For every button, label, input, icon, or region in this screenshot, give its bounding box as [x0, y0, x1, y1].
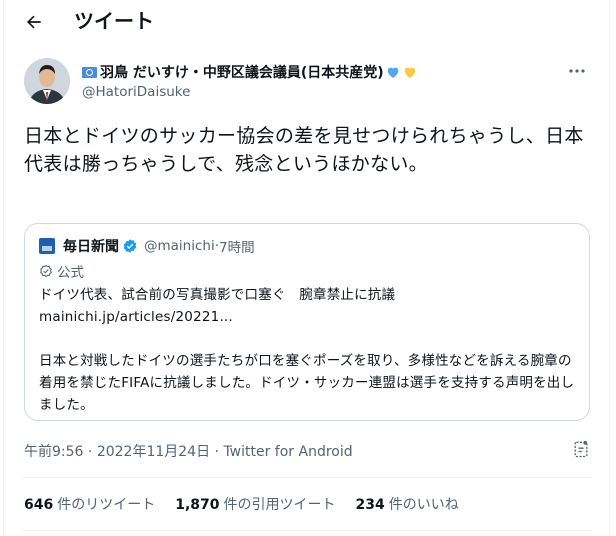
verified-badge-icon [122, 238, 138, 254]
official-check-icon [40, 264, 52, 278]
meta-separator-2: · [214, 444, 219, 460]
tweet-text: 日本とドイツのサッカー協会の差を見せつけられちゃうし、日本代表は勝っちゃうしで、… [24, 125, 584, 175]
back-arrow-icon [27, 15, 41, 29]
more-dots-icon [569, 69, 585, 73]
quotes-label: 件の引用ツイート [223, 497, 336, 513]
likes-count: 234 [355, 497, 385, 513]
page-title: ツイート [74, 9, 154, 33]
divider [22, 477, 592, 478]
quoted-avatar[interactable] [39, 238, 55, 254]
quoted-time[interactable]: 7時間 [219, 236, 255, 256]
share-button[interactable] [571, 439, 591, 459]
share-icon [574, 440, 588, 458]
tweet-date[interactable]: 2022年11月24日 [97, 444, 210, 460]
author-display-name[interactable]: 羽鳥 だいすけ・中野区議会議員(日本共産党) [100, 62, 384, 82]
quoted-author-name[interactable]: 毎日新聞 [63, 236, 119, 256]
un-flag-icon [82, 66, 97, 78]
author-name-row[interactable]: 羽鳥 だいすけ・中野区議会議員(日本共産党) [82, 62, 418, 82]
retweets-label: 件のリツイート [57, 497, 156, 513]
more-options-button[interactable] [566, 64, 588, 78]
author-handle[interactable]: @HatoriDaisuke [82, 84, 190, 100]
blue-heart-icon [387, 67, 399, 78]
quoted-tweet[interactable]: 毎日新聞 @mainichi · 7時間 公式 ドイツ代表、試合前の写真撮影で口… [24, 223, 590, 421]
avatar[interactable] [24, 58, 70, 104]
official-label: 公式 [39, 262, 84, 281]
engagement-stats: 646 件のリツイート 1,870 件の引用ツイート 234 件のいいね [24, 494, 479, 514]
quoted-tweet-header: 毎日新聞 @mainichi · 7時間 [39, 236, 255, 256]
quotes-stat[interactable]: 1,870 件の引用ツイート [175, 494, 335, 514]
meta-separator: · [87, 444, 93, 460]
tweet-detail-panel: ツイート 羽鳥 だいすけ・中野区議会議員(日本共産党) @HatoriDaisu… [3, 0, 610, 536]
page-header: ツイート [4, 0, 609, 44]
retweets-count: 646 [24, 497, 54, 513]
yellow-heart-icon [404, 67, 416, 78]
official-text: 公式 [57, 265, 84, 281]
tweet-meta: 午前9:56 · 2022年11月24日 · Twitter for Andro… [24, 441, 353, 461]
tweet-source[interactable]: Twitter for Android [223, 444, 352, 460]
quoted-handle: @mainichi [144, 238, 215, 254]
likes-stat[interactable]: 234 件のいいね [356, 494, 459, 514]
back-button[interactable] [20, 8, 48, 36]
quotes-count: 1,870 [175, 497, 220, 513]
quoted-tweet-text: ドイツ代表、試合前の写真撮影で口塞ぐ 腕章禁止に抗議 mainichi.jp/a… [39, 287, 575, 413]
likes-label: 件のいいね [388, 497, 459, 513]
divider-bottom [22, 530, 592, 531]
retweets-stat[interactable]: 646 件のリツイート [24, 494, 155, 514]
tweet-time[interactable]: 午前9:56 [24, 444, 83, 460]
